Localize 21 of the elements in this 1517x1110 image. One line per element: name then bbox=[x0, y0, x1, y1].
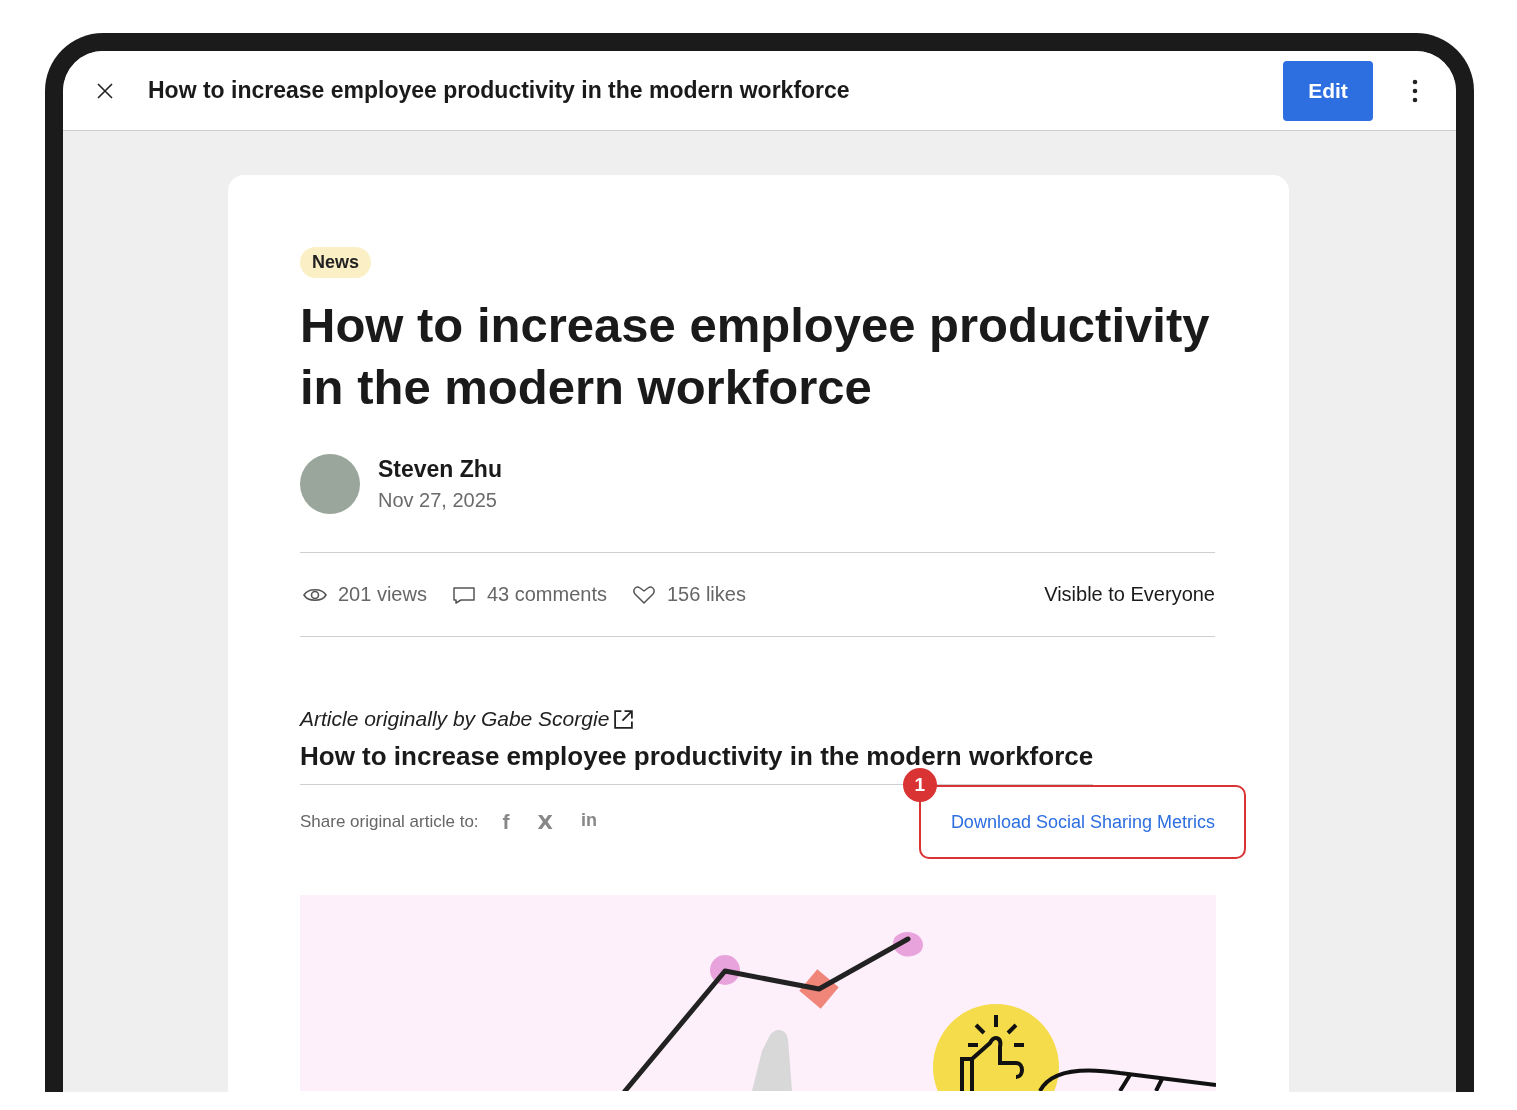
avatar bbox=[300, 454, 360, 514]
facebook-icon[interactable]: f bbox=[502, 810, 510, 834]
x-icon[interactable]: X bbox=[537, 810, 553, 834]
external-link-icon[interactable] bbox=[613, 708, 635, 730]
stat-count: 156 likes bbox=[667, 583, 746, 606]
window-title: How to increase employee productivity in the modern workforce bbox=[148, 77, 851, 104]
visibility-label: Visible to Everyone bbox=[1044, 583, 1215, 606]
share-label: Share original article to: bbox=[300, 812, 479, 832]
linkedin-icon[interactable]: in bbox=[581, 810, 597, 834]
edit-button[interactable]: Edit bbox=[1283, 60, 1373, 121]
download-link[interactable]: Download Social Sharing Metrics bbox=[950, 811, 1215, 833]
stat-count: 43 comments bbox=[486, 583, 607, 606]
stat-count: 201 views bbox=[338, 583, 427, 606]
more-options-icon[interactable] bbox=[1412, 78, 1418, 103]
close-icon[interactable] bbox=[97, 82, 113, 99]
source-attribution: Article originally by Gabe Scorgie bbox=[300, 707, 610, 731]
category-tag: News bbox=[300, 247, 372, 278]
publish-date: Nov 27, 2025 bbox=[378, 489, 498, 512]
article-title: How to increase employee productivity in the modern workforce bbox=[300, 297, 1211, 416]
step-badge: 1 bbox=[902, 768, 937, 802]
author-name: Steven Zhu bbox=[378, 456, 502, 483]
